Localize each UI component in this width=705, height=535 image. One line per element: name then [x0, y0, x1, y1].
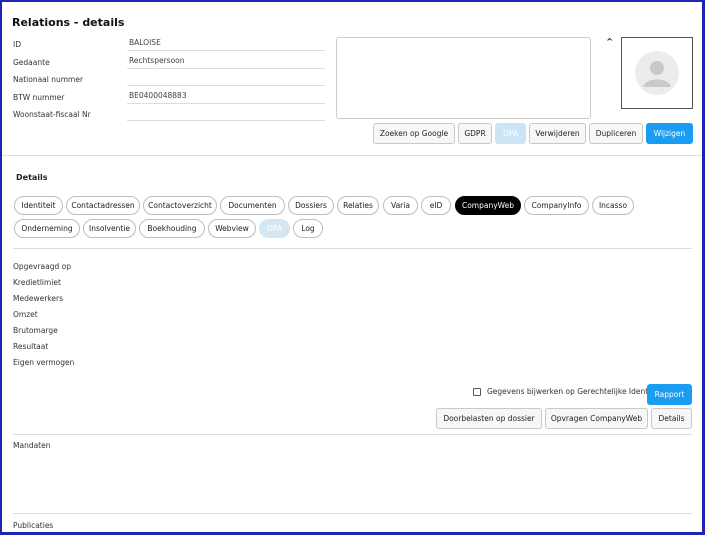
notes-box: [336, 37, 591, 119]
field-value-woonstaat: [127, 108, 325, 121]
info-label-omzet: Omzet: [13, 310, 38, 319]
chevron-up-icon[interactable]: ⌃: [605, 36, 614, 49]
field-label-woonstaat: Woonstaat-fiscaal Nr: [13, 110, 91, 119]
tab-dossiers[interactable]: Dossiers: [288, 196, 334, 215]
update-identity-checkbox-label: Gegevens bijwerken op Gerechtelijke Iden…: [487, 387, 663, 396]
info-label-brutomarge: Brutomarge: [13, 326, 58, 335]
divider: [13, 513, 692, 514]
info-label-medewerkers: Medewerkers: [13, 294, 63, 303]
duplicate-button[interactable]: Dupliceren: [589, 123, 643, 144]
delete-button[interactable]: Verwijderen: [529, 123, 586, 144]
tab-incasso[interactable]: Incasso: [592, 196, 634, 215]
tab-varia[interactable]: Varia: [383, 196, 418, 215]
field-value-nationaal-nummer: [127, 73, 325, 86]
tab-insolventie[interactable]: Insolventie: [83, 219, 136, 238]
avatar: [621, 37, 693, 109]
dpa-button[interactable]: DPA: [495, 123, 526, 144]
window: Relations - details ID BALOISE Gedaante …: [1, 1, 703, 533]
mandaten-title: Mandaten: [13, 441, 51, 450]
details-title: Details: [16, 173, 48, 182]
details-button[interactable]: Details: [651, 408, 692, 429]
info-label-eigen-vermogen: Eigen vermogen: [13, 358, 75, 367]
tab-eid[interactable]: eID: [421, 196, 451, 215]
doorbelasten-button[interactable]: Doorbelasten op dossier: [436, 408, 542, 429]
info-label-resultaat: Resultaat: [13, 342, 49, 351]
publicaties-title: Publicaties: [13, 521, 54, 530]
info-label-kredietlimiet: Kredietlimiet: [13, 278, 61, 287]
tab-companyinfo[interactable]: CompanyInfo: [524, 196, 589, 215]
update-identity-checkbox[interactable]: [473, 388, 481, 396]
user-placeholder-icon: [635, 51, 679, 95]
field-label-btw-nummer: BTW nummer: [13, 93, 65, 102]
opvragen-companyweb-button[interactable]: Opvragen CompanyWeb: [545, 408, 648, 429]
tab-companyweb[interactable]: CompanyWeb: [455, 196, 521, 215]
field-value-gedaante: Rechtspersoon: [127, 56, 325, 69]
edit-button[interactable]: Wijzigen: [646, 123, 693, 144]
google-search-button[interactable]: Zoeken op Google: [373, 123, 455, 144]
field-value-btw-nummer: BE0400048883: [127, 91, 325, 104]
rapport-button[interactable]: Rapport: [647, 384, 692, 405]
tab-documenten[interactable]: Documenten: [220, 196, 285, 215]
field-label-id: ID: [13, 40, 21, 49]
tab-log[interactable]: Log: [293, 219, 323, 238]
gdpr-button[interactable]: GDPR: [458, 123, 492, 144]
field-label-gedaante: Gedaante: [13, 58, 50, 67]
page-title: Relations - details: [12, 16, 125, 29]
divider: [13, 434, 692, 435]
info-label-opgevraagd-op: Opgevraagd op: [13, 262, 72, 271]
divider: [2, 155, 702, 156]
field-value-id: BALOISE: [127, 38, 325, 51]
tab-identiteit[interactable]: Identiteit: [14, 196, 63, 215]
tab-boekhouding[interactable]: Boekhouding: [139, 219, 205, 238]
divider: [13, 248, 692, 249]
tab-dpa[interactable]: DPA: [259, 219, 290, 238]
tab-contactadressen[interactable]: Contactadressen: [66, 196, 140, 215]
field-label-nationaal-nummer: Nationaal nummer: [13, 75, 84, 84]
tab-contactoverzicht[interactable]: Contactoverzicht: [143, 196, 217, 215]
tab-relaties[interactable]: Relaties: [337, 196, 379, 215]
tab-onderneming[interactable]: Onderneming: [14, 219, 80, 238]
tab-webview[interactable]: Webview: [208, 219, 256, 238]
